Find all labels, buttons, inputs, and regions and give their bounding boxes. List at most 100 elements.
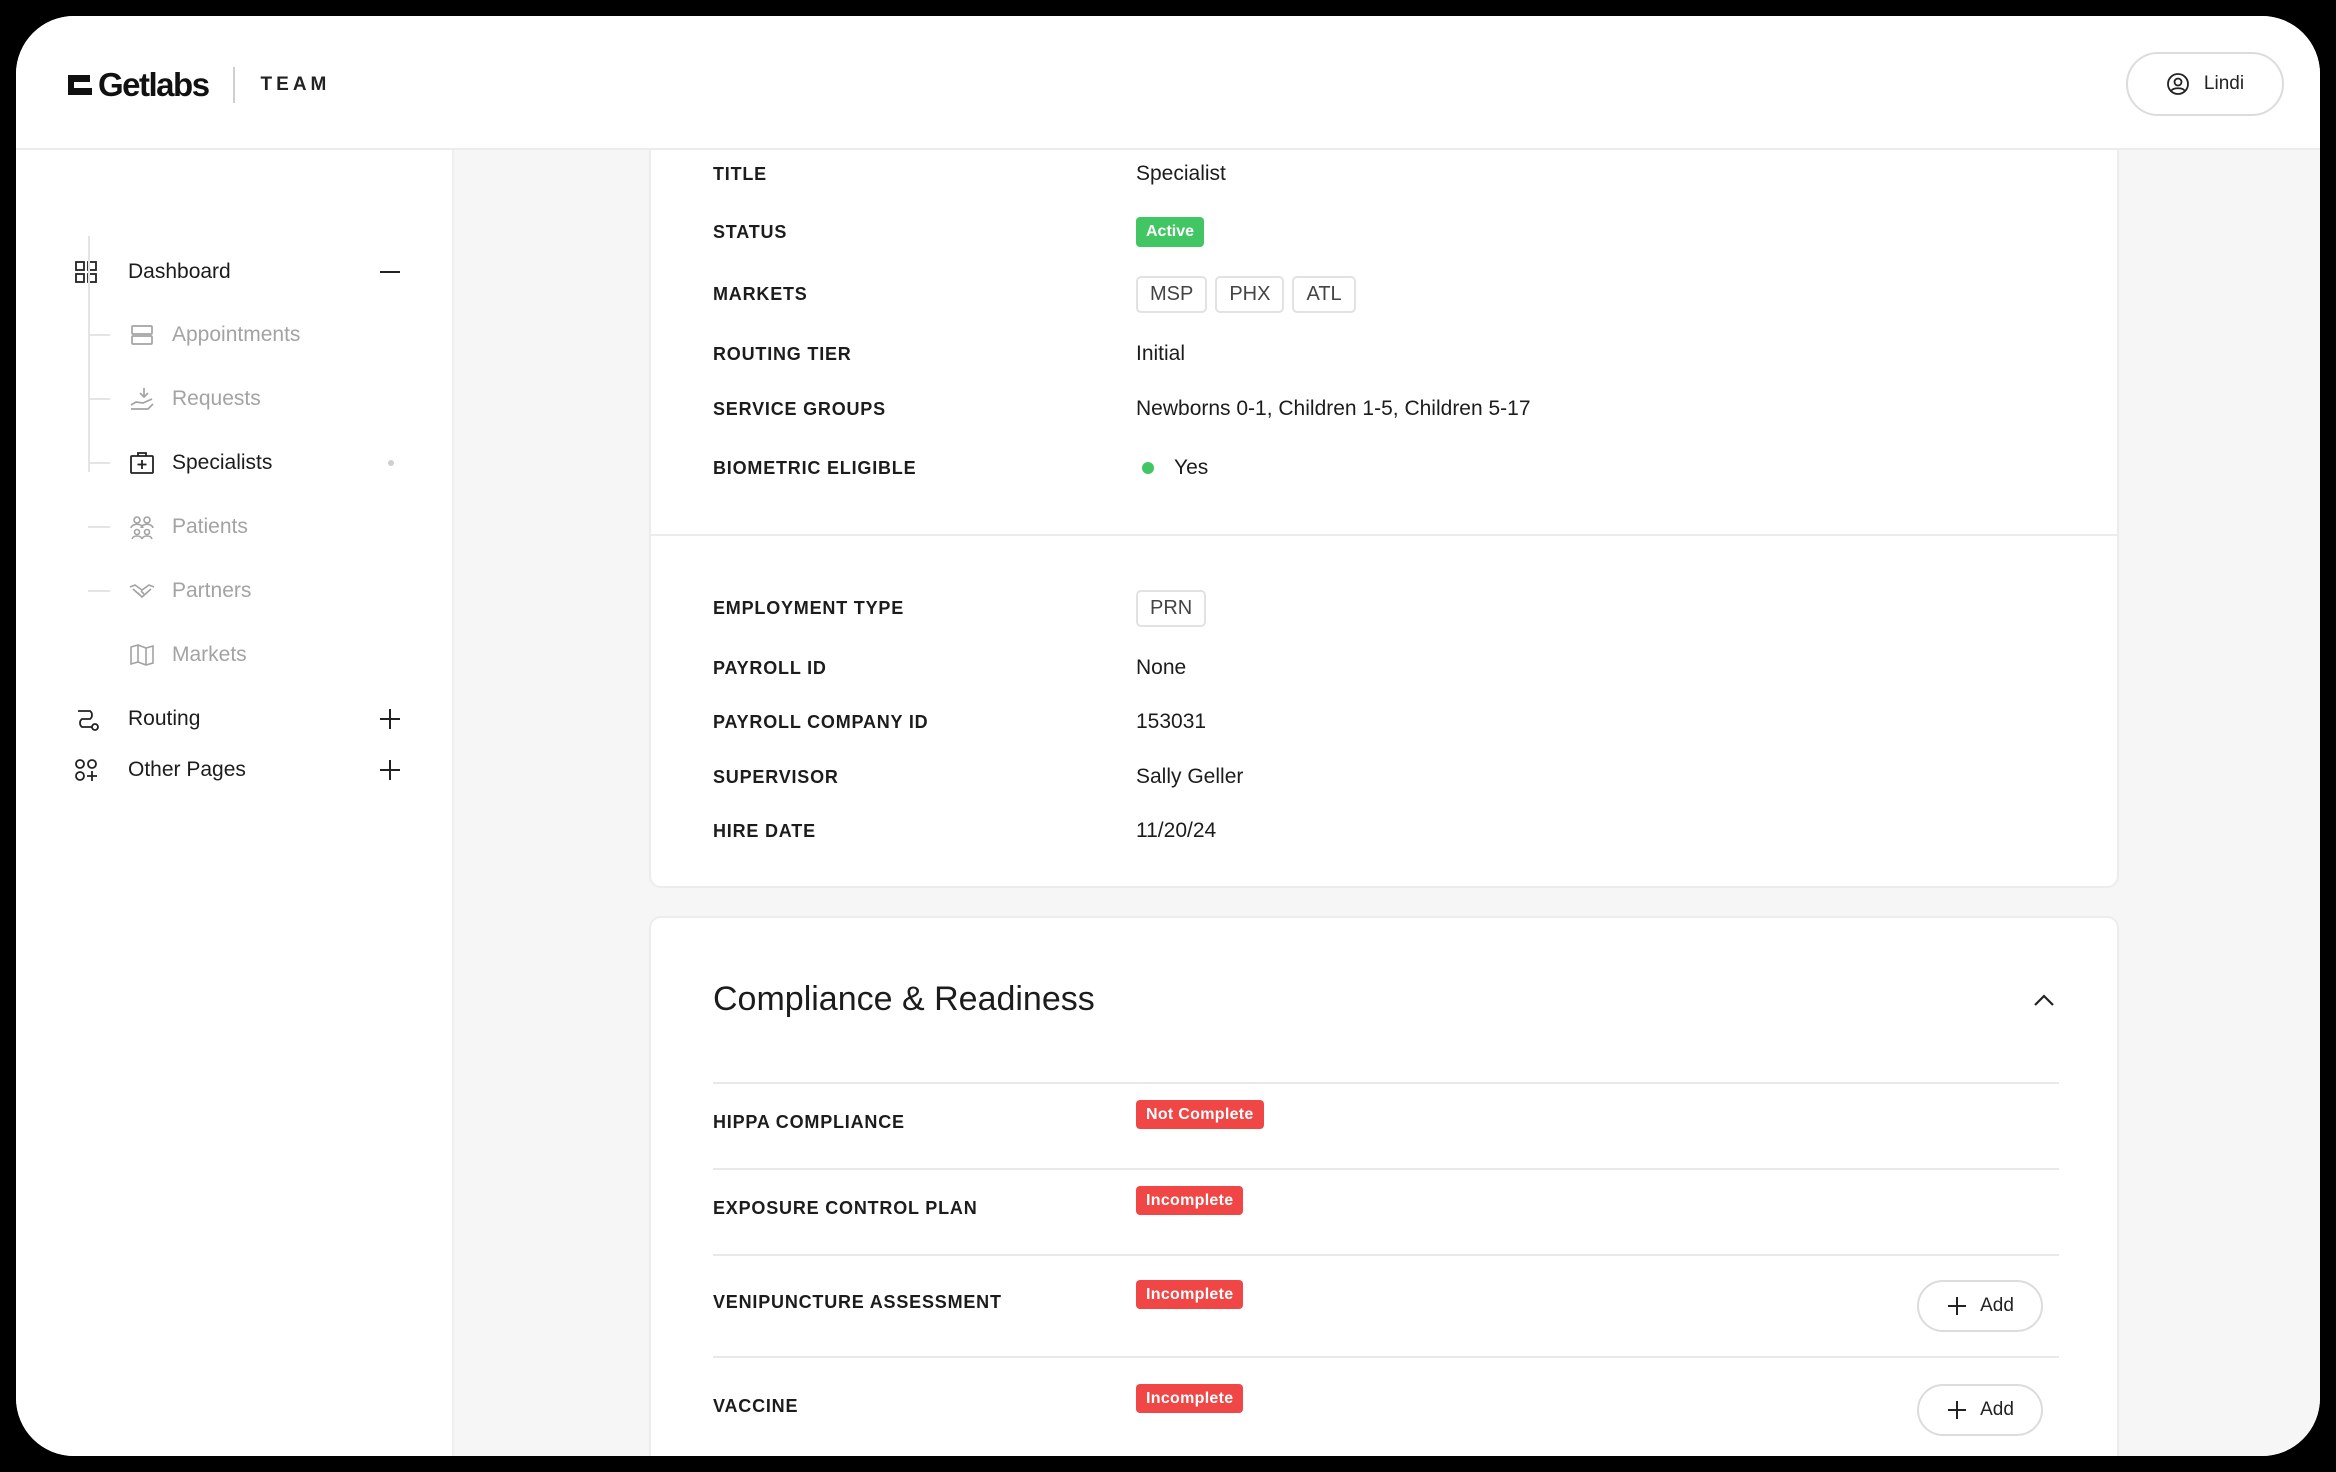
getlabs-logo-icon — [68, 75, 92, 95]
user-name: Lindi — [2203, 73, 2245, 94]
market-chip: ATL — [1292, 275, 1356, 313]
patients-icon — [130, 516, 154, 540]
sidebar-item-specialists[interactable]: Specialists — [16, 441, 454, 485]
detail-value: None — [1136, 656, 1187, 679]
specialist-details-card: TITLE Specialist STATUS Active MARKETS M… — [649, 150, 2119, 888]
sidebar-item-label: Dashboard — [128, 260, 231, 283]
routing-icon — [78, 710, 99, 731]
sidebar-item-other-pages[interactable]: Other Pages — [16, 748, 454, 792]
status-badge: Incomplete — [1136, 1186, 1244, 1215]
other-pages-icon — [75, 759, 97, 781]
section-title: Compliance & Readiness — [713, 980, 1095, 1018]
main-content: TITLE Specialist STATUS Active MARKETS M… — [454, 150, 2320, 1456]
compliance-row: EXPOSURE CONTROL PLAN Incomplete — [713, 1168, 2059, 1254]
detail-value: Newborns 0-1, Children 1-5, Children 5-1… — [1136, 397, 1531, 420]
sidebar-item-requests[interactable]: Requests — [16, 377, 454, 421]
compliance-label: VACCINE — [713, 1396, 799, 1416]
detail-value: Yes — [1174, 456, 1209, 479]
detail-row-supervisor: SUPERVISOR Sally Geller — [713, 757, 2055, 797]
sidebar-item-label: Requests — [172, 387, 261, 410]
detail-value: 153031 — [1136, 710, 1207, 733]
detail-row-title: TITLE Specialist — [713, 154, 2055, 194]
sidebar-item-routing[interactable]: Routing — [16, 697, 454, 741]
sidebar-item-label: Markets — [172, 643, 247, 666]
detail-value: Specialist — [1136, 162, 1226, 185]
detail-value: Initial — [1136, 342, 1186, 365]
detail-label: PAYROLL ID — [713, 657, 827, 678]
detail-label: EMPLOYMENT TYPE — [713, 597, 905, 618]
plus-icon[interactable] — [378, 758, 402, 782]
add-button-label: Add — [1980, 1399, 2014, 1420]
compliance-label: EXPOSURE CONTROL PLAN — [713, 1198, 978, 1218]
detail-row-payroll-id: PAYROLL ID None — [713, 648, 2055, 688]
detail-label: TITLE — [713, 163, 767, 184]
sidebar-item-label: Appointments — [172, 323, 301, 346]
sidebar: Dashboard Appointments Requests Speciali… — [16, 150, 454, 1456]
plus-icon[interactable] — [378, 707, 402, 731]
app-window: Getlabs TEAM Lindi Dashboard Appointment… — [16, 16, 2320, 1456]
sidebar-item-label: Specialists — [172, 451, 273, 474]
detail-label: STATUS — [713, 221, 788, 242]
detail-label: MARKETS — [713, 283, 808, 304]
detail-value: 11/20/24 — [1136, 819, 1217, 842]
map-icon — [130, 644, 154, 666]
add-button[interactable]: Add — [1917, 1384, 2043, 1436]
detail-row-employment-type: EMPLOYMENT TYPE PRN — [713, 588, 2055, 628]
detail-label: PAYROLL COMPANY ID — [713, 711, 929, 732]
tree-branch — [88, 526, 110, 528]
detail-label: HIRE DATE — [713, 820, 816, 841]
tree-branch — [88, 398, 110, 400]
sidebar-item-patients[interactable]: Patients — [16, 505, 454, 549]
employment-type-chip: PRN — [1136, 589, 1207, 627]
active-indicator — [388, 460, 394, 466]
compliance-row: VENIPUNCTURE ASSESSMENT Incomplete Add — [713, 1254, 2059, 1356]
detail-row-status: STATUS Active — [713, 212, 2055, 252]
specialists-icon — [130, 452, 154, 474]
minus-icon[interactable] — [378, 260, 402, 284]
add-button[interactable]: Add — [1917, 1280, 2043, 1332]
getlabs-logo[interactable]: Getlabs TEAM — [66, 66, 330, 104]
plus-icon — [1948, 1297, 1967, 1315]
sidebar-item-label: Partners — [172, 579, 252, 602]
handshake-icon — [129, 584, 155, 599]
logo-text: Getlabs — [98, 66, 210, 103]
detail-row-markets: MARKETS MSP PHX ATL — [713, 274, 2055, 314]
compliance-row: VACCINE Incomplete Add — [713, 1356, 2059, 1456]
detail-row-payroll-company-id: PAYROLL COMPANY ID 153031 — [713, 702, 2055, 742]
appointments-icon — [131, 325, 153, 345]
tree-branch — [88, 462, 110, 464]
sidebar-item-label: Routing — [128, 707, 201, 730]
compliance-label: HIPPA COMPLIANCE — [713, 1112, 905, 1132]
market-chip: MSP — [1136, 275, 1208, 313]
market-chip: PHX — [1215, 275, 1285, 313]
detail-value: Sally Geller — [1136, 765, 1244, 788]
detail-row-routing-tier: ROUTING TIER Initial — [713, 334, 2055, 374]
sidebar-item-markets[interactable]: Markets — [16, 633, 454, 677]
detail-row-hire-date: HIRE DATE 11/20/24 — [713, 811, 2055, 851]
sidebar-item-partners[interactable]: Partners — [16, 569, 454, 613]
status-dot — [1142, 462, 1154, 474]
plus-icon — [1948, 1401, 1967, 1419]
status-badge: Not Complete — [1136, 1100, 1264, 1129]
status-badge: Incomplete — [1136, 1280, 1244, 1309]
status-badge: Active — [1136, 217, 1205, 247]
sidebar-item-dashboard[interactable]: Dashboard — [16, 250, 454, 294]
sidebar-item-label: Other Pages — [128, 758, 246, 781]
compliance-label: VENIPUNCTURE ASSESSMENT — [713, 1292, 1002, 1312]
user-circle-icon — [2167, 73, 2189, 95]
compliance-row: HIPPA COMPLIANCE Not Complete — [713, 1082, 2059, 1168]
detail-label: SERVICE GROUPS — [713, 398, 886, 419]
detail-label: ROUTING TIER — [713, 343, 852, 364]
detail-label: BIOMETRIC ELIGIBLE — [713, 457, 917, 478]
logo-divider — [232, 67, 235, 103]
grid-icon — [75, 261, 97, 283]
tree-branch — [88, 334, 110, 336]
detail-row-service-groups: SERVICE GROUPS Newborns 0-1, Children 1-… — [713, 389, 2055, 429]
compliance-card: Compliance & Readiness HIPPA COMPLIANCE … — [649, 916, 2119, 1456]
top-header: Getlabs TEAM Lindi — [16, 16, 2320, 150]
sidebar-item-label: Patients — [172, 515, 248, 538]
sidebar-item-appointments[interactable]: Appointments — [16, 313, 454, 357]
requests-icon — [130, 388, 154, 410]
chevron-up-icon[interactable] — [2029, 986, 2059, 1016]
user-menu-button[interactable]: Lindi — [2126, 52, 2284, 116]
